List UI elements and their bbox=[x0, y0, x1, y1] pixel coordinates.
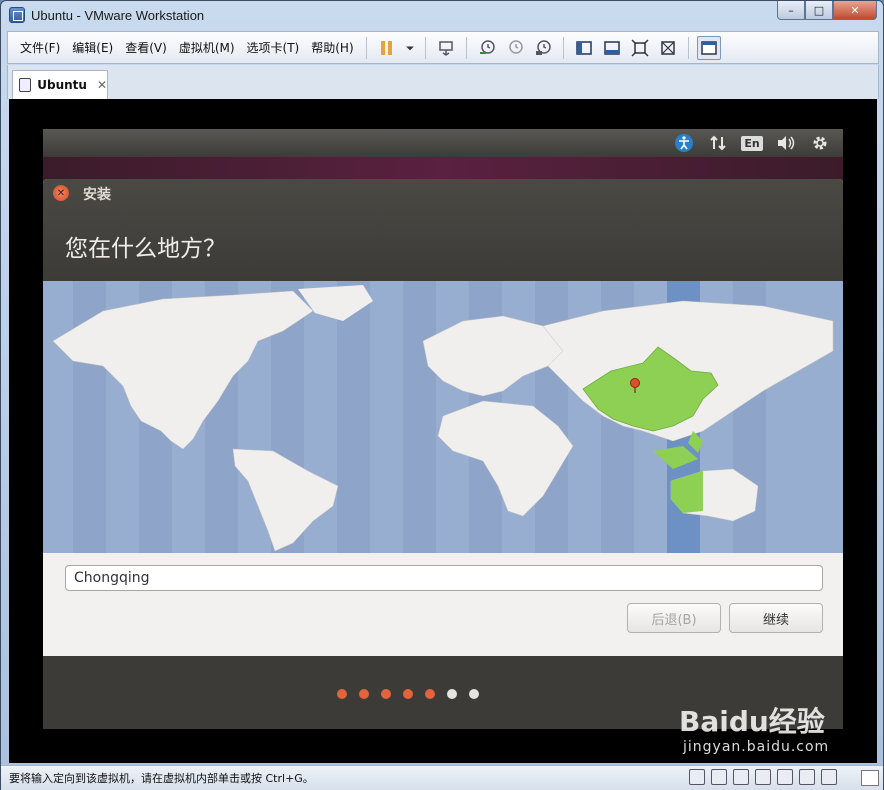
system-gear-icon[interactable] bbox=[803, 129, 837, 157]
hard-disk-icon[interactable] bbox=[689, 769, 705, 785]
progress-dot-complete bbox=[425, 689, 435, 699]
menu-file[interactable]: 文件(F) bbox=[8, 39, 66, 56]
continent-south-america bbox=[232, 448, 339, 552]
world-map[interactable] bbox=[43, 281, 843, 553]
ubuntu-top-panel: En bbox=[43, 129, 843, 157]
toolbar-separator bbox=[562, 36, 564, 59]
snapshot-manager-icon[interactable] bbox=[531, 36, 555, 60]
console-view-icon[interactable] bbox=[696, 35, 721, 60]
progress-dots bbox=[43, 689, 843, 699]
progress-dot-complete bbox=[337, 689, 347, 699]
keyboard-layout-indicator[interactable]: En bbox=[735, 129, 769, 157]
guest-screen[interactable]: En ✕ 安装 您在什么地方？ Chongqing 后退(B) 继续 bbox=[43, 129, 843, 729]
dialog-title: 安装 bbox=[83, 187, 111, 203]
unity-icon[interactable] bbox=[656, 36, 680, 60]
pause-icon[interactable] bbox=[375, 36, 399, 60]
baidu-watermark: Baidu经验 jingyan.baidu.com bbox=[679, 701, 869, 757]
status-message: 要将输入定向到该虚拟机，请在虚拟机内部单击或按 Ctrl+G。 bbox=[9, 772, 314, 785]
progress-dot-complete bbox=[403, 689, 413, 699]
menu-edit[interactable]: 编辑(E) bbox=[66, 39, 119, 56]
window-title: Ubuntu - VMware Workstation bbox=[31, 7, 205, 23]
back-button[interactable]: 后退(B) bbox=[627, 603, 721, 633]
usb-icon[interactable] bbox=[755, 769, 771, 785]
tab-ubuntu[interactable]: Ubuntu ✕ bbox=[12, 70, 108, 99]
message-log-icon[interactable] bbox=[861, 770, 879, 786]
accessibility-icon[interactable] bbox=[667, 129, 701, 157]
menu-view[interactable]: 查看(V) bbox=[119, 39, 173, 56]
close-button[interactable]: ✕ bbox=[833, 1, 877, 20]
toolbar-separator bbox=[424, 36, 426, 59]
display-icon[interactable] bbox=[821, 769, 837, 785]
progress-dot-pending bbox=[447, 689, 457, 699]
vmware-app-icon bbox=[9, 7, 25, 23]
network-icon[interactable] bbox=[701, 129, 735, 157]
page-question: 您在什么地方？ bbox=[65, 236, 226, 262]
menu-tabs[interactable]: 选项卡(T) bbox=[241, 39, 306, 56]
printer-icon[interactable] bbox=[799, 769, 815, 785]
send-ctrl-alt-del-icon[interactable] bbox=[434, 36, 458, 60]
installer-dialog: ✕ 安装 您在什么地方？ Chongqing 后退(B) 继续 bbox=[43, 179, 843, 659]
vm-icon bbox=[19, 78, 32, 92]
menu-toolbar: 文件(F) 编辑(E) 查看(V) 虚拟机(M) 选项卡(T) 帮助(H) bbox=[7, 31, 879, 64]
tab-strip: Ubuntu ✕ bbox=[7, 65, 879, 99]
continue-button[interactable]: 继续 bbox=[729, 603, 823, 633]
device-icons bbox=[689, 769, 837, 785]
menu-vm[interactable]: 虚拟机(M) bbox=[173, 39, 241, 56]
tab-close-icon[interactable]: ✕ bbox=[97, 78, 107, 92]
library-icon[interactable] bbox=[572, 36, 596, 60]
toolbar-separator bbox=[465, 36, 467, 59]
vm-console[interactable]: En ✕ 安装 您在什么地方？ Chongqing 后退(B) 继续 bbox=[9, 99, 877, 763]
keyboard-layout-label: En bbox=[741, 135, 763, 151]
status-bar: 要将输入定向到该虚拟机，请在虚拟机内部单击或按 Ctrl+G。 bbox=[1, 765, 883, 790]
revert-snapshot-icon[interactable] bbox=[503, 36, 527, 60]
progress-dot-complete bbox=[359, 689, 369, 699]
sound-icon[interactable] bbox=[777, 769, 793, 785]
dialog-close-icon[interactable]: ✕ bbox=[53, 185, 69, 201]
maximize-button[interactable]: □ bbox=[805, 1, 833, 20]
vmware-window: Ubuntu - VMware Workstation – □ ✕ 文件(F) … bbox=[0, 0, 884, 790]
dropdown-icon[interactable] bbox=[403, 36, 417, 60]
window-controls: – □ ✕ bbox=[777, 1, 877, 20]
watermark-logo-text: Baidu经验 bbox=[679, 705, 825, 738]
volume-icon[interactable] bbox=[769, 129, 803, 157]
progress-dot-pending bbox=[469, 689, 479, 699]
timezone-map[interactable] bbox=[43, 281, 843, 553]
watermark-url: jingyan.baidu.com bbox=[683, 739, 830, 755]
tab-label: Ubuntu bbox=[37, 78, 87, 92]
thumbnail-bar-icon[interactable] bbox=[600, 36, 624, 60]
menu-help[interactable]: 帮助(H) bbox=[305, 39, 359, 56]
cd-dvd-icon[interactable] bbox=[711, 769, 727, 785]
toolbar-separator bbox=[687, 36, 689, 59]
dialog-header: ✕ 安装 您在什么地方？ bbox=[43, 179, 843, 281]
title-bar[interactable]: Ubuntu - VMware Workstation – □ ✕ bbox=[1, 1, 883, 29]
network-adapter-icon[interactable] bbox=[733, 769, 749, 785]
location-input[interactable] bbox=[65, 565, 823, 591]
progress-dot-complete bbox=[381, 689, 391, 699]
toolbar-separator bbox=[365, 36, 367, 59]
snapshot-icon[interactable] bbox=[475, 36, 499, 60]
minimize-button[interactable]: – bbox=[777, 1, 805, 20]
full-screen-icon[interactable] bbox=[628, 36, 652, 60]
